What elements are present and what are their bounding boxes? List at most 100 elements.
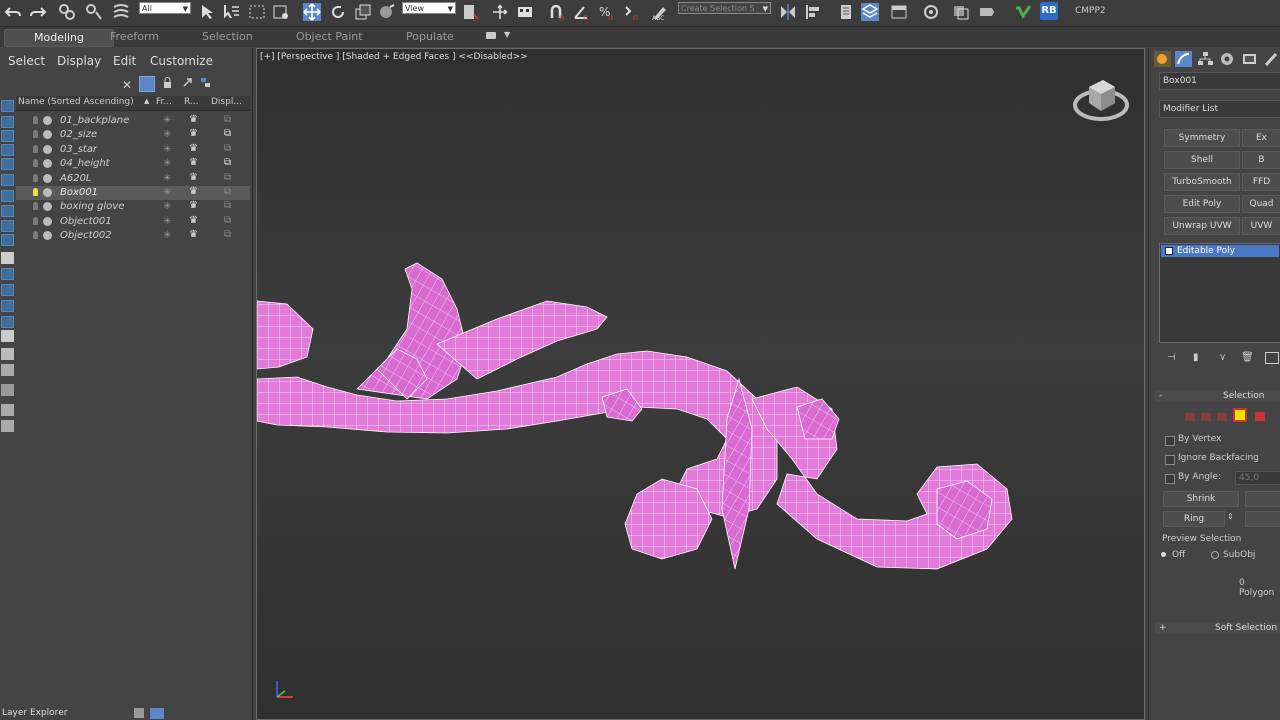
sync-selection-icon[interactable] (182, 77, 193, 88)
modifier-ffd-button[interactable]: FFD (1242, 173, 1280, 191)
renderable-icon[interactable]: ♛ (189, 172, 198, 183)
modifier-uvw-button[interactable]: UVW (1242, 217, 1280, 235)
toggle-scene-explorer-icon[interactable] (837, 3, 855, 21)
toggle-layer-explorer-icon[interactable] (861, 3, 879, 21)
renderable-icon[interactable]: ♛ (189, 128, 198, 139)
selection-filter-dropdown[interactable]: All ▼ (139, 2, 191, 14)
by-angle-spinner[interactable]: 45,0 (1235, 471, 1280, 485)
object-name-field[interactable]: Box001 (1159, 72, 1280, 90)
ornament-mesh[interactable] (257, 249, 1027, 589)
chevron-down-icon[interactable]: ▼ (504, 30, 510, 39)
renderable-icon[interactable]: ♛ (189, 215, 198, 226)
display-box-icon[interactable]: ⧉ (224, 172, 231, 183)
polygon-subobj-icon[interactable] (1233, 408, 1247, 422)
rb-plugin-badge[interactable]: RB (1040, 2, 1058, 20)
align-icon[interactable] (804, 3, 822, 21)
layer-explorer-label[interactable]: Layer Explorer (2, 708, 67, 718)
column-frozen[interactable]: Fr... (156, 97, 172, 107)
display-hidden-icon[interactable] (1, 284, 14, 296)
perspective-viewport[interactable]: [+] [Perspective ] [Shaded + Edged Faces… (256, 48, 1145, 720)
element-subobj-icon[interactable] (1255, 412, 1265, 421)
tab-populate[interactable]: Populate (400, 29, 460, 45)
column-name[interactable]: Name (Sorted Ascending) (18, 97, 134, 107)
rect-selection-region-icon[interactable] (248, 3, 266, 21)
edge-subobj-icon[interactable] (1201, 413, 1211, 421)
display-dependents-icon[interactable] (1, 404, 14, 416)
unlink-icon[interactable] (85, 3, 103, 21)
material-editor-icon[interactable] (978, 3, 996, 21)
viewcube-icon[interactable] (1071, 71, 1131, 127)
renderable-icon[interactable]: ♛ (189, 157, 198, 168)
explorer-menu-edit[interactable]: Edit (113, 54, 136, 68)
display-box-icon[interactable]: ⧉ (224, 128, 231, 139)
display-invert-icon[interactable] (1, 330, 14, 342)
modifier-turbosmooth-button[interactable]: TurboSmooth (1164, 173, 1240, 191)
visibility-bulb-icon[interactable] (33, 202, 38, 211)
display-box-icon[interactable]: ⧉ (224, 157, 231, 168)
pin-stack-icon[interactable]: ⊣ (1167, 352, 1176, 363)
tab-modeling[interactable]: Modeling (4, 29, 114, 47)
stack-item-editable-poly[interactable]: Editable Poly (1161, 245, 1279, 257)
select-object-icon[interactable] (198, 3, 216, 21)
percent-snap-icon[interactable]: % n (597, 3, 615, 22)
display-all-icon[interactable] (1, 300, 14, 312)
redo-icon[interactable] (29, 3, 47, 21)
preview-off-radio[interactable] (1161, 552, 1166, 557)
display-children-icon[interactable] (1, 348, 14, 360)
tree-row[interactable]: boxing glove ✳ ♛ ⧉ (16, 200, 250, 214)
soft-selection-rollout-header[interactable]: + Soft Selection (1155, 622, 1280, 634)
link-icon[interactable] (58, 3, 76, 21)
display-geometry-icon[interactable] (1, 116, 14, 128)
visibility-bulb-icon[interactable] (33, 130, 38, 139)
lock-icon[interactable] (163, 77, 172, 88)
select-manipulate-icon[interactable] (491, 3, 509, 21)
loop-button[interactable] (1245, 511, 1280, 527)
ignore-backfacing-checkbox[interactable] (1165, 455, 1175, 465)
modifier-shell-button[interactable]: Shell (1164, 151, 1240, 169)
tree-row[interactable]: 03_star ✳ ♛ ⧉ (16, 143, 250, 157)
spinner-snap-icon[interactable]: n (622, 3, 640, 22)
display-box-icon[interactable]: ⧉ (224, 143, 231, 154)
freeze-icon[interactable]: ✳ (163, 187, 171, 198)
display-box-icon[interactable]: ⧉ (224, 186, 231, 197)
display-cameras-icon[interactable] (1, 158, 14, 170)
viewport-label[interactable]: [+] [Perspective ] [Shaded + Edged Faces… (260, 52, 528, 62)
freeze-icon[interactable]: ✳ (163, 129, 171, 140)
freeze-icon[interactable]: ✳ (163, 158, 171, 169)
freeze-icon[interactable]: ✳ (163, 216, 171, 227)
display-box-icon[interactable]: ⧉ (224, 114, 231, 125)
renderable-icon[interactable]: ♛ (189, 143, 198, 154)
display-tab-icon[interactable] (1241, 51, 1258, 67)
modifier-edit-poly-button[interactable]: Edit Poly (1164, 195, 1240, 213)
visibility-bulb-icon[interactable] (33, 144, 38, 153)
modifier-extrude-button[interactable]: Ex (1242, 129, 1280, 147)
modify-tab-icon[interactable] (1175, 51, 1192, 67)
keyboard-shortcut-icon[interactable] (516, 3, 534, 21)
select-by-name-icon[interactable] (222, 3, 240, 21)
modifier-quad-button[interactable]: Quad (1242, 195, 1280, 213)
edit-named-selection-icon[interactable]: ABC (651, 3, 669, 22)
display-spacewarps-icon[interactable] (1, 190, 14, 202)
schematic-view-icon[interactable] (952, 3, 970, 21)
column-renderable[interactable]: R... (184, 97, 199, 107)
display-bones-icon[interactable] (1, 234, 14, 246)
renderable-icon[interactable]: ♛ (189, 200, 198, 211)
make-unique-icon[interactable]: ⋎ (1219, 352, 1226, 363)
display-containers-icon[interactable] (1, 252, 14, 264)
display-box-icon[interactable]: ⧉ (224, 200, 231, 211)
hierarchy-icon[interactable] (200, 77, 211, 88)
tree-row[interactable]: A620L ✳ ♛ ⧉ (16, 172, 250, 186)
renderable-icon[interactable]: ♛ (189, 114, 198, 125)
motion-tab-icon[interactable] (1219, 51, 1236, 67)
tab-freeform[interactable]: Freeform (104, 29, 165, 45)
display-none-icon[interactable] (1, 100, 14, 112)
expand-icon[interactable] (1165, 247, 1173, 255)
shrink-button[interactable]: Shrink (1163, 491, 1239, 507)
tree-row[interactable]: Object001 ✳ ♛ ⧉ (16, 215, 250, 229)
layer-explorer-icon[interactable] (150, 708, 164, 719)
place-icon[interactable] (378, 3, 396, 21)
grow-button[interactable] (1245, 491, 1280, 507)
display-frozen-icon[interactable] (1, 268, 14, 280)
display-none-filter-icon[interactable] (1, 316, 14, 328)
tab-object-paint[interactable]: Object Paint (290, 29, 369, 45)
